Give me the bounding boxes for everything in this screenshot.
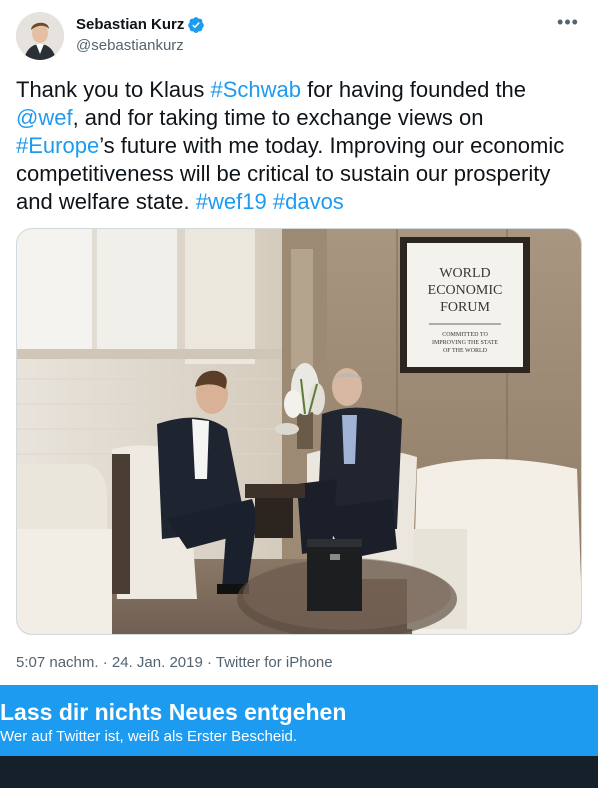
bottom-bar — [0, 756, 598, 788]
tweet-link[interactable]: #Schwab — [210, 77, 301, 102]
avatar-portrait-icon — [16, 12, 64, 60]
tweet-date[interactable]: 24. Jan. 2019 — [112, 654, 203, 671]
tweet-header: Sebastian Kurz @sebastiankurz ••• — [16, 12, 582, 60]
tweet-link[interactable]: #wef19 — [196, 189, 267, 214]
author-names: Sebastian Kurz @sebastiankurz — [76, 15, 205, 56]
tweet-text-segment: Thank you to Klaus — [16, 77, 211, 102]
banner-subtitle: Wer auf Twitter ist, weiß als Erster Bes… — [0, 728, 298, 745]
photo-meeting-image: WORLD ECONOMIC FORUM COMMITTED TO IMPROV… — [17, 229, 581, 634]
signup-banner: Lass dir nichts Neues entgehen Wer auf T… — [0, 685, 598, 756]
verified-badge-icon — [188, 17, 205, 33]
tweet-time[interactable]: 5:07 nachm. — [16, 654, 99, 671]
sign-tagline-1: COMMITTED TO — [442, 332, 488, 338]
sign-line-3: FORUM — [440, 300, 490, 315]
tweet-link[interactable]: #Europe — [16, 133, 99, 158]
tweet-text-segment: for having founded the — [300, 77, 527, 102]
tweet-text-segment: , and for taking time to exchange views … — [72, 105, 484, 130]
meta-separator-1: · — [98, 654, 112, 671]
sign-line-2: ECONOMIC — [428, 283, 503, 298]
sign-tagline-2: IMPROVING THE STATE — [432, 340, 498, 346]
tweet-photo[interactable]: WORLD ECONOMIC FORUM COMMITTED TO IMPROV… — [16, 228, 582, 635]
avatar[interactable] — [16, 12, 64, 60]
author-display-name-row[interactable]: Sebastian Kurz — [76, 15, 205, 35]
tweet-text: Thank you to Klaus #Schwab for having fo… — [16, 76, 588, 216]
tweet: Sebastian Kurz @sebastiankurz ••• Thank … — [0, 0, 598, 685]
sign-line-1: WORLD — [439, 266, 490, 281]
author-display-name[interactable]: Sebastian Kurz — [76, 15, 184, 35]
banner-title: Lass dir nichts Neues entgehen — [0, 699, 347, 725]
tweet-source-link[interactable]: Twitter for iPhone — [216, 654, 333, 671]
tweet-link[interactable]: @wef — [16, 105, 73, 130]
more-options-icon[interactable]: ••• — [554, 13, 582, 36]
sign-tagline-3: OF THE WORLD — [443, 348, 488, 354]
meta-separator-2: · — [202, 654, 216, 671]
author-handle[interactable]: @sebastiankurz — [76, 36, 205, 56]
tweet-meta: 5:07 nachm. · 24. Jan. 2019 · Twitter fo… — [16, 653, 333, 673]
tweet-link[interactable]: #davos — [273, 189, 344, 214]
